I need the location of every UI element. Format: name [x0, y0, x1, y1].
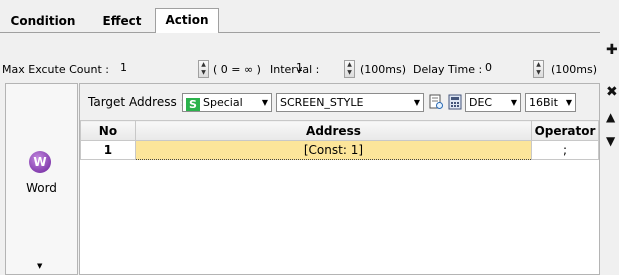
chevron-down-icon: ▼: [565, 98, 572, 107]
tab-action[interactable]: Action: [155, 8, 219, 33]
column-header-address: Address: [134, 120, 533, 141]
size-select[interactable]: 16Bit ▼: [525, 93, 576, 112]
move-down-icon[interactable]: ▼: [606, 134, 615, 148]
interval-spinner[interactable]: ▲ ▼: [344, 60, 355, 78]
action-editor: Target Address : S Special ▼ SCREEN_STYLE…: [79, 83, 600, 275]
delay-unit: (100ms): [551, 63, 598, 76]
table-header: No Address Operator: [80, 120, 599, 141]
column-header-no: No: [80, 120, 136, 141]
delay-spinner[interactable]: ▲ ▼: [533, 60, 544, 78]
table-row[interactable]: 1 [Const: 1] ;: [80, 140, 599, 160]
target-toolbar: Target Address : S Special ▼ SCREEN_STYLE…: [80, 84, 599, 120]
format-select[interactable]: DEC ▼: [465, 93, 521, 112]
chevron-down-icon: ▼: [261, 98, 268, 107]
address-browse-icon[interactable]: [428, 94, 444, 110]
scroll-down-icon[interactable]: ▼: [37, 262, 42, 270]
column-header-operator: Operator: [531, 120, 599, 141]
action-type-panel: W Word ▼: [5, 83, 78, 275]
operator-cell[interactable]: ;: [531, 140, 599, 160]
add-icon[interactable]: ✚: [606, 43, 618, 57]
target-address-label: Target Address :: [88, 95, 185, 109]
word-icon[interactable]: W: [29, 151, 51, 173]
size-value: 16Bit: [529, 96, 558, 109]
chevron-down-icon: ▼: [413, 98, 420, 107]
delay-input[interactable]: 0: [483, 60, 513, 78]
infinite-hint: ( 0 = ∞ ): [213, 63, 261, 76]
max-execute-input[interactable]: 1: [118, 60, 148, 78]
device-type-select[interactable]: S Special ▼: [182, 93, 272, 112]
device-type-value: Special: [203, 96, 243, 109]
calculator-icon[interactable]: [447, 94, 463, 110]
tab-condition[interactable]: Condition: [6, 10, 80, 32]
row-number: 1: [80, 140, 136, 160]
tab-bar: Condition Effect Action: [0, 0, 600, 33]
move-up-icon[interactable]: ▲: [606, 110, 615, 124]
address-select[interactable]: SCREEN_STYLE ▼: [276, 93, 424, 112]
action-table: No Address Operator 1 [Const: 1] ;: [80, 120, 599, 160]
chevron-down-icon: ▼: [510, 98, 517, 107]
tab-effect[interactable]: Effect: [98, 10, 146, 32]
max-execute-spinner[interactable]: ▲ ▼: [198, 60, 209, 78]
special-icon: S: [186, 98, 200, 111]
delay-label: Delay Time :: [413, 63, 483, 76]
delete-icon[interactable]: ✖: [606, 85, 618, 99]
max-execute-label: Max Excute Count :: [2, 63, 109, 76]
interval-unit: (100ms): [360, 63, 407, 76]
format-value: DEC: [469, 96, 493, 109]
word-label[interactable]: Word: [6, 181, 77, 195]
address-cell[interactable]: [Const: 1]: [134, 140, 533, 160]
address-value: SCREEN_STYLE: [280, 96, 364, 109]
